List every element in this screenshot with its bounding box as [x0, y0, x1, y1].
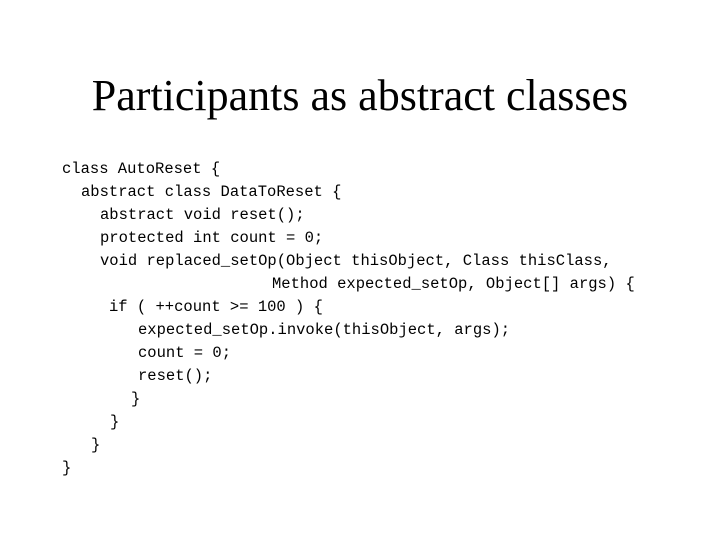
code-line: count = 0; [138, 344, 232, 362]
code-line: if ( ++count >= 100 ) { [109, 298, 323, 316]
code-line: } [131, 390, 141, 408]
code-line: } [91, 436, 101, 454]
code-line: class AutoReset { [62, 160, 221, 178]
code-line: expected_setOp.invoke(thisObject, args); [138, 321, 511, 339]
code-line: reset(); [138, 367, 213, 385]
code-line: abstract void reset(); [100, 206, 305, 224]
code-line: } [62, 459, 72, 477]
code-line: abstract class DataToReset { [81, 183, 342, 201]
code-line: protected int count = 0; [100, 229, 324, 247]
code-line: } [110, 413, 120, 431]
code-line: Method expected_setOp, Object[] args) { [272, 275, 635, 293]
code-line: void replaced_setOp(Object thisObject, C… [100, 252, 612, 270]
slide-title: Participants as abstract classes [91, 71, 629, 120]
